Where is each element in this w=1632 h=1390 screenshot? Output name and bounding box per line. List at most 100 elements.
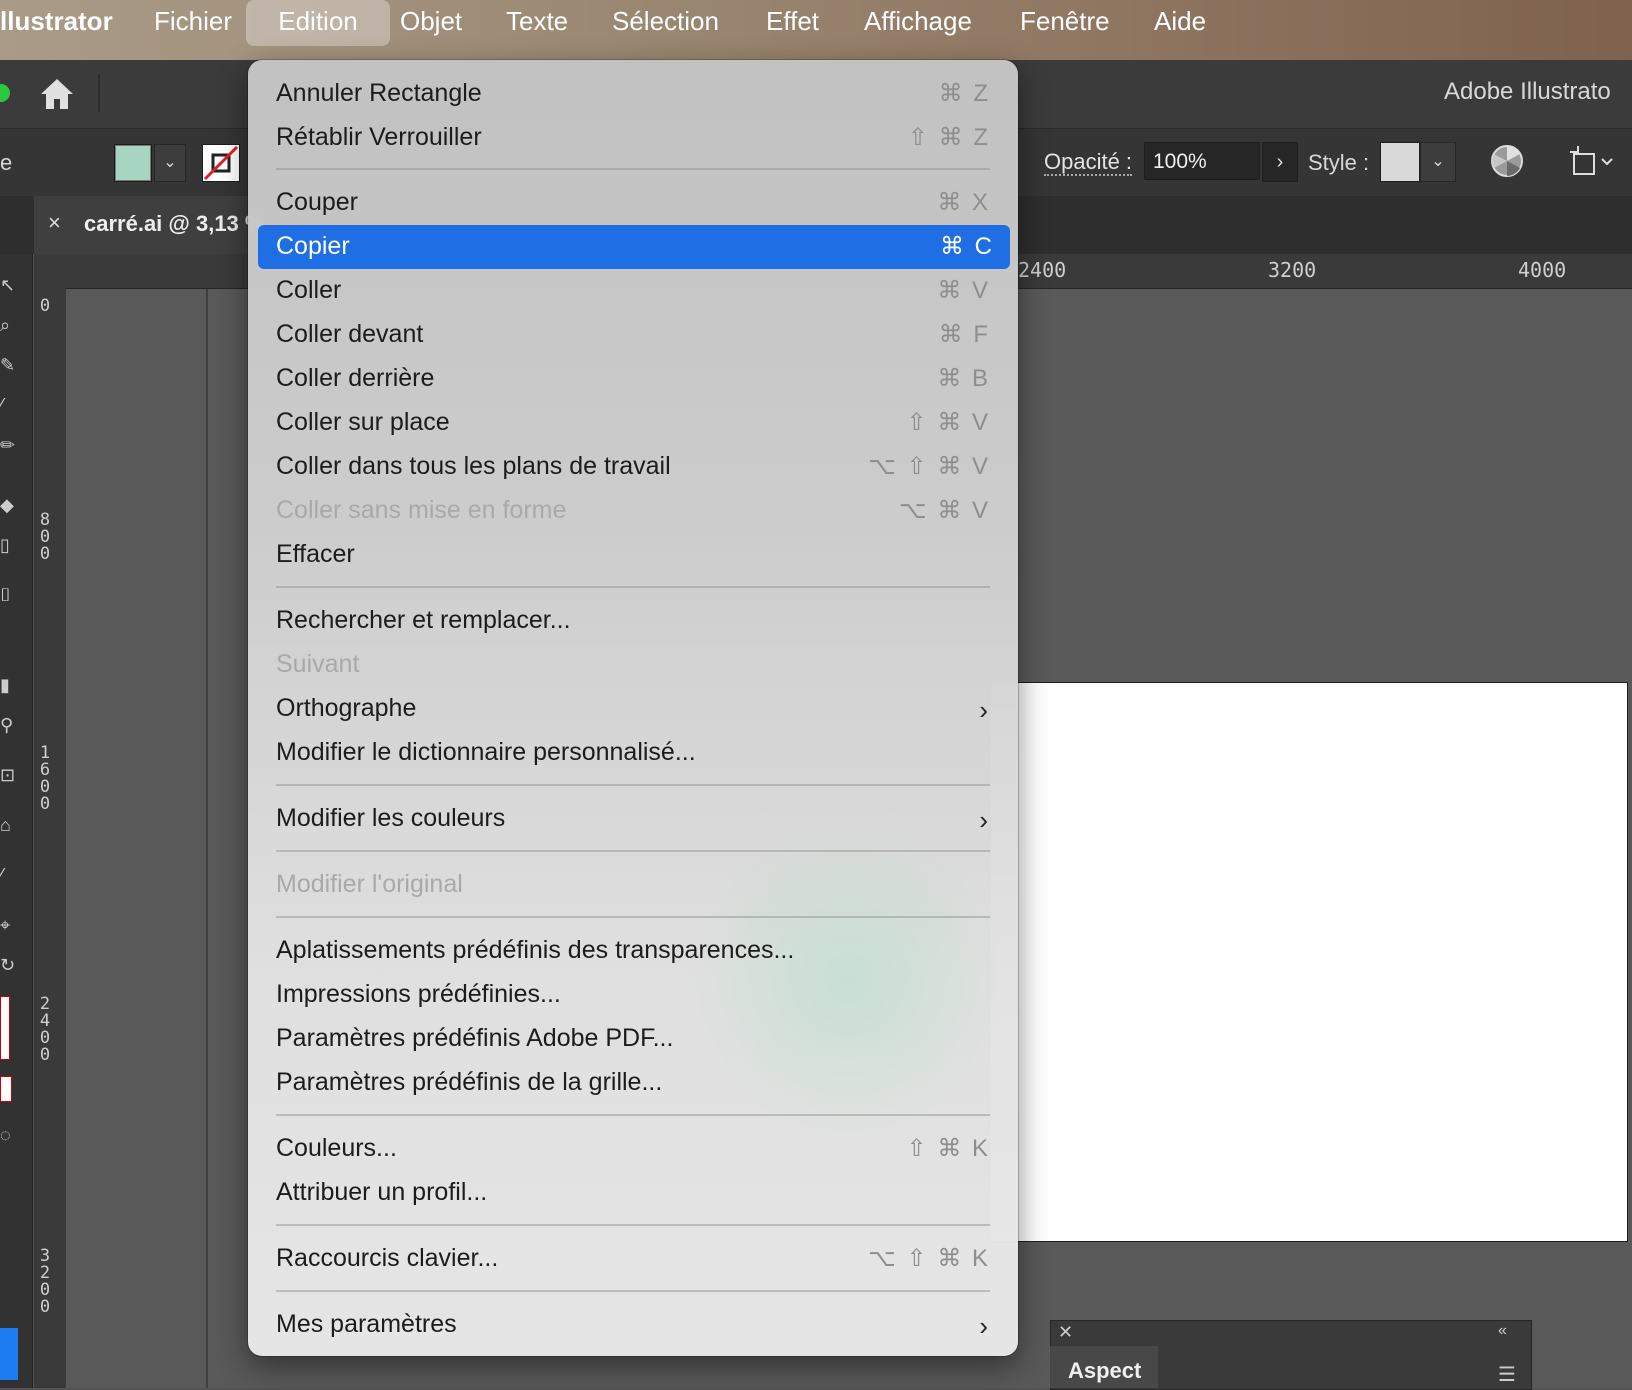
- tool-icon[interactable]: ⌂: [0, 816, 18, 834]
- collapse-icon[interactable]: «: [1498, 1322, 1507, 1340]
- document-tab-title: carré.ai @ 3,13 %: [84, 211, 265, 236]
- menu-item-label: Rechercher et remplacer...: [276, 606, 571, 634]
- menu-item-assign-profile[interactable]: Attribuer un profil...: [248, 1171, 1018, 1215]
- menu-item-find-next: Suivant: [248, 643, 1018, 687]
- tool-icon[interactable]: ✏: [0, 436, 18, 454]
- menubar-texte[interactable]: Texte: [506, 0, 568, 46]
- close-icon[interactable]: ✕: [1058, 1322, 1073, 1343]
- menu-item-label: Coller sans mise en forme: [276, 496, 567, 524]
- menu-item-shortcut: ⌘ C: [940, 233, 994, 260]
- menu-item-label: Coller: [276, 276, 342, 304]
- chevron-down-icon[interactable]: ⌄: [154, 144, 186, 182]
- recolor-artwork-icon[interactable]: [1490, 144, 1524, 178]
- none-swatch[interactable]: [0, 1076, 12, 1102]
- menu-item-label: Orthographe: [276, 694, 417, 722]
- menu-item-my-settings[interactable]: Mes paramètres ›: [248, 1303, 1018, 1347]
- menubar-aide[interactable]: Aide: [1154, 0, 1206, 46]
- edit-menu: Annuler Rectangle ⌘ Z Rétablir Verrouill…: [248, 60, 1018, 1356]
- menubar-objet[interactable]: Objet: [400, 0, 462, 46]
- chevron-right-icon[interactable]: ›: [1262, 142, 1298, 182]
- menu-separator: [276, 586, 990, 588]
- menu-item-shortcut: ⌘ Z: [938, 80, 990, 107]
- artboard[interactable]: [990, 682, 1628, 1242]
- menu-item-paste-without-formatting: Coller sans mise en forme ⌥ ⌘ V: [248, 489, 1018, 533]
- canvas-edge: [206, 289, 208, 1388]
- menu-separator: [276, 916, 990, 918]
- tool-icon[interactable]: ⌕: [0, 316, 18, 334]
- tool-icon[interactable]: ⚲: [0, 716, 18, 734]
- menu-item-copy[interactable]: Copier ⌘ C: [258, 225, 1010, 269]
- tool-icon[interactable]: ⁄: [0, 866, 18, 884]
- menu-item-edit-dictionary[interactable]: Modifier le dictionnaire personnalisé...: [248, 731, 1018, 775]
- tool-icon[interactable]: ◌: [0, 1126, 18, 1144]
- tool-icon[interactable]: ✎: [0, 356, 18, 374]
- opacity-label[interactable]: Opacité :: [1044, 150, 1133, 176]
- menubar-affichage[interactable]: Affichage: [864, 0, 972, 46]
- tool-icon[interactable]: ▯: [0, 536, 18, 554]
- menu-item-find-replace[interactable]: Rechercher et remplacer...: [248, 599, 1018, 643]
- tool-icon[interactable]: ↖: [0, 276, 18, 294]
- menu-item-transparency-flattener-presets[interactable]: Aplatissements prédéfinis des transparen…: [248, 929, 1018, 973]
- tool-icon[interactable]: ◆: [0, 496, 18, 514]
- menu-item-color-settings[interactable]: Couleurs... ⇧ ⌘ K: [248, 1127, 1018, 1171]
- ruler-origin[interactable]: [34, 254, 66, 288]
- menu-item-paste-in-back[interactable]: Coller derrière ⌘ B: [248, 357, 1018, 401]
- menu-bar: llustrator Fichier Edition Objet Texte S…: [0, 0, 1632, 60]
- stroke-none-swatch[interactable]: [202, 144, 240, 182]
- close-icon[interactable]: ×: [48, 210, 61, 236]
- fill-stroke-indicator[interactable]: [0, 996, 10, 1060]
- menu-item-label: Rétablir Verrouiller: [276, 123, 482, 151]
- menu-item-clear[interactable]: Effacer: [248, 533, 1018, 577]
- tool-icon[interactable]: ⊡: [0, 766, 18, 784]
- style-label: Style :: [1308, 150, 1370, 175]
- tool-icon[interactable]: ⌷: [0, 586, 18, 604]
- menu-item-label: Coller dans tous les plans de travail: [276, 452, 671, 480]
- tool-icon[interactable]: ↻: [0, 956, 18, 974]
- menu-item-paste[interactable]: Coller ⌘ V: [248, 269, 1018, 313]
- menu-item-cut[interactable]: Couper ⌘ X: [248, 181, 1018, 225]
- menubar-effet[interactable]: Effet: [766, 0, 819, 46]
- menu-item-paste-all-artboards[interactable]: Coller dans tous les plans de travail ⌥ …: [248, 445, 1018, 489]
- menu-item-paste-in-place[interactable]: Coller sur place ⇧ ⌘ V: [248, 401, 1018, 445]
- menu-item-undo[interactable]: Annuler Rectangle ⌘ Z: [248, 72, 1018, 116]
- ruler-label: 800: [39, 510, 51, 564]
- menu-separator: [276, 1290, 990, 1292]
- menu-item-edit-colors[interactable]: Modifier les couleurs ›: [248, 797, 1018, 841]
- menu-item-paste-in-front[interactable]: Coller devant ⌘ F: [248, 313, 1018, 357]
- menu-item-keyboard-shortcuts[interactable]: Raccourcis clavier... ⌥ ⇧ ⌘ K: [248, 1237, 1018, 1281]
- menu-item-label: Annuler Rectangle: [276, 79, 482, 107]
- transform-icon[interactable]: [1568, 144, 1618, 180]
- menu-item-spelling[interactable]: Orthographe ›: [248, 687, 1018, 731]
- menu-item-shortcut: ⌥ ⌘ V: [899, 497, 990, 524]
- control-bar-label: e: [0, 150, 13, 175]
- chevron-right-icon: ›: [979, 695, 988, 725]
- menubar-fichier[interactable]: Fichier: [154, 0, 232, 46]
- menu-item-label: Impressions prédéfinies...: [276, 980, 561, 1008]
- chevron-down-icon[interactable]: ⌄: [1420, 142, 1456, 182]
- menu-item-label: Modifier le dictionnaire personnalisé...: [276, 738, 696, 766]
- vertical-ruler[interactable]: [34, 288, 67, 1388]
- menu-item-shortcut: ⌥ ⇧ ⌘ K: [868, 1245, 990, 1272]
- menu-item-print-presets[interactable]: Impressions prédéfinies...: [248, 973, 1018, 1017]
- fill-color-swatch[interactable]: [114, 144, 152, 182]
- tool-icon[interactable]: ⌖: [0, 916, 18, 934]
- menu-item-redo[interactable]: Rétablir Verrouiller ⇧ ⌘ Z: [248, 116, 1018, 160]
- menu-item-label: Aplatissements prédéfinis des transparen…: [276, 936, 795, 964]
- menu-item-pdf-presets[interactable]: Paramètres prédéfinis Adobe PDF...: [248, 1017, 1018, 1061]
- menubar-app-name[interactable]: llustrator: [0, 0, 113, 46]
- tool-icon[interactable]: ▮: [0, 676, 18, 694]
- menu-item-shortcut: ⌘ X: [937, 189, 990, 216]
- opacity-input[interactable]: 100%: [1144, 142, 1260, 180]
- tool-icon[interactable]: ⁄: [0, 396, 18, 414]
- graphic-style-swatch[interactable]: [1380, 142, 1420, 182]
- menubar-edition[interactable]: Edition: [246, 0, 390, 46]
- app-title: Adobe Illustrato: [1444, 78, 1611, 105]
- panel-menu-icon[interactable]: ☰: [1498, 1362, 1516, 1387]
- menubar-selection[interactable]: Sélection: [612, 0, 719, 46]
- tools-panel: ↖ ⌕ ✎ ⁄ ✏ ◆ ▯ ⌷ ▮ ⚲ ⊡ ⌂ ⁄ ⌖ ↻ ◌: [0, 196, 33, 1388]
- menu-item-label: Copier: [276, 232, 350, 260]
- home-icon[interactable]: [38, 76, 76, 112]
- menu-item-edit-original: Modifier l'original: [248, 863, 1018, 907]
- menubar-fenetre[interactable]: Fenêtre: [1020, 0, 1110, 46]
- menu-item-grid-presets[interactable]: Paramètres prédéfinis de la grille...: [248, 1061, 1018, 1105]
